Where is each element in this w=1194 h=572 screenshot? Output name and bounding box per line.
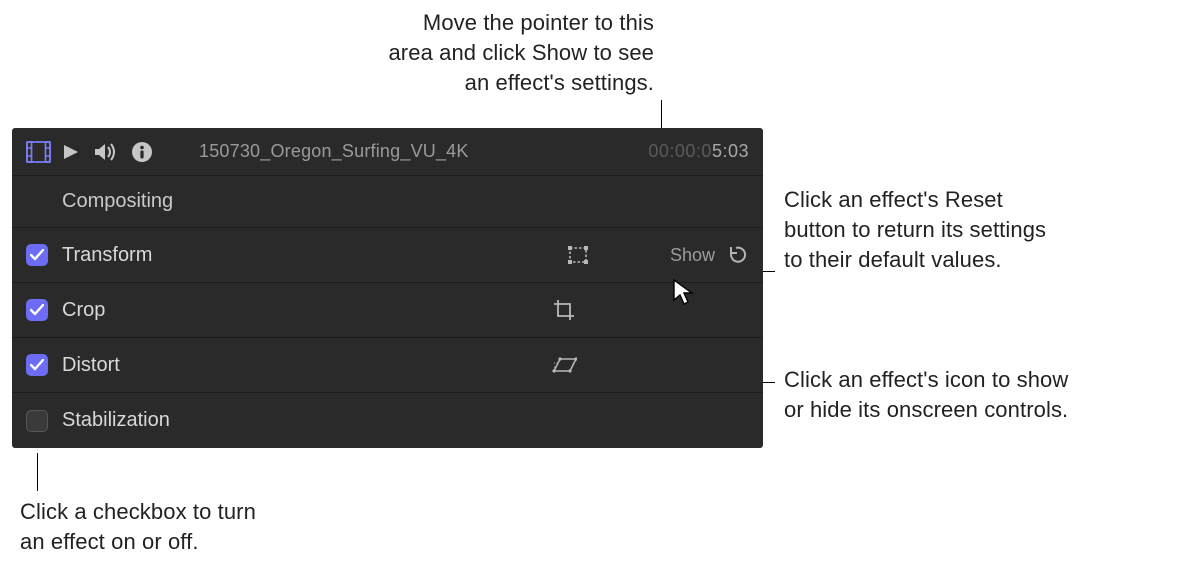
callout-icon: Click an effect's icon to show or hide i… — [784, 365, 1184, 425]
row-transform: Transform Show — [12, 228, 763, 283]
row-label-crop: Crop — [62, 299, 222, 322]
section-title: Compositing — [62, 190, 173, 213]
section-compositing[interactable]: Compositing — [12, 176, 763, 228]
checkbox-crop[interactable] — [26, 299, 48, 321]
callout-top: Move the pointer to this area and click … — [284, 8, 654, 98]
row-label-stabilization: Stabilization — [62, 409, 222, 432]
color-tab-icon[interactable] — [61, 142, 81, 162]
callout-reset: Click an effect's Reset button to return… — [784, 185, 1174, 275]
video-tab-icon[interactable] — [26, 141, 51, 163]
leader-checkbox — [37, 453, 38, 491]
timecode: 00:00:05:03 — [648, 141, 749, 162]
clip-name: 150730_Oregon_Surfing_VU_4K — [199, 141, 469, 162]
checkbox-transform[interactable] — [26, 244, 48, 266]
row-distort: Distort Show — [12, 338, 763, 393]
row-label-distort: Distort — [62, 354, 222, 377]
callout-checkbox: Click a checkbox to turn an effect on or… — [20, 497, 350, 557]
distort-icon[interactable] — [550, 351, 578, 379]
reset-button-transform[interactable] — [723, 242, 749, 268]
show-button-transform[interactable]: Show — [670, 245, 715, 266]
crop-icon[interactable] — [550, 296, 578, 324]
checkbox-stabilization[interactable] — [26, 410, 48, 432]
checkbox-distort[interactable] — [26, 354, 48, 376]
row-crop: Crop Show — [12, 283, 763, 338]
inspector-panel: 150730_Oregon_Surfing_VU_4K 00:00:05:03 … — [12, 128, 763, 448]
row-stabilization: Stabilization Show — [12, 393, 763, 448]
audio-tab-icon[interactable] — [93, 141, 119, 163]
inspector-header: 150730_Oregon_Surfing_VU_4K 00:00:05:03 — [12, 128, 763, 176]
info-tab-icon[interactable] — [131, 141, 153, 163]
row-label-transform: Transform — [62, 244, 222, 267]
transform-icon[interactable] — [564, 241, 592, 269]
